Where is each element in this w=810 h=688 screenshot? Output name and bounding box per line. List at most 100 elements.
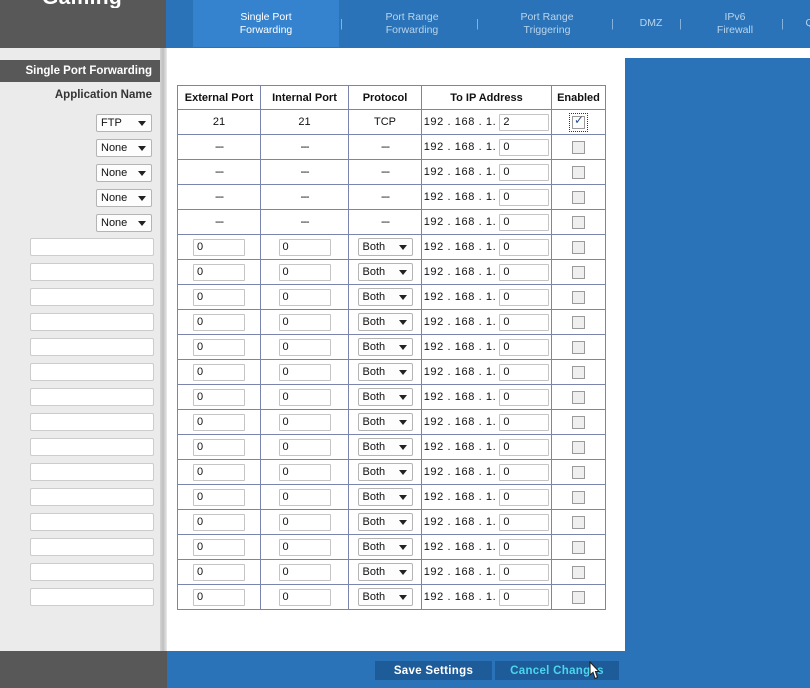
cell-internal-port[interactable] xyxy=(260,459,349,485)
cell-to-ip-address[interactable]: 192 . 168 . 1. xyxy=(421,409,552,435)
cell-to-ip-address[interactable]: 192 . 168 . 1. xyxy=(421,109,552,135)
cell-enabled[interactable] xyxy=(551,134,606,160)
internal-port-input[interactable] xyxy=(278,413,331,431)
application-name-select-2[interactable]: None xyxy=(96,139,152,157)
internal-port-input[interactable] xyxy=(278,588,331,606)
ip-last-octet-input[interactable] xyxy=(499,463,550,481)
external-port-input[interactable] xyxy=(193,463,245,481)
application-name-input-12[interactable] xyxy=(30,513,154,531)
ip-last-octet-input[interactable] xyxy=(499,513,550,531)
cell-to-ip-address[interactable]: 192 . 168 . 1. xyxy=(421,284,552,310)
cell-to-ip-address[interactable]: 192 . 168 . 1. xyxy=(421,559,552,585)
application-name-select-3[interactable]: None xyxy=(96,164,152,182)
enabled-checkbox[interactable] xyxy=(572,415,585,429)
application-name-input-8[interactable] xyxy=(30,413,154,431)
cell-enabled[interactable] xyxy=(551,359,606,385)
cell-external-port[interactable] xyxy=(177,409,261,435)
internal-port-input[interactable] xyxy=(278,538,331,556)
cell-enabled[interactable] xyxy=(551,334,606,360)
protocol-select[interactable]: Both xyxy=(357,538,413,556)
internal-port-input[interactable] xyxy=(278,238,331,256)
external-port-input[interactable] xyxy=(193,438,245,456)
cell-external-port[interactable] xyxy=(177,309,261,335)
cell-enabled[interactable] xyxy=(551,509,606,535)
enabled-checkbox[interactable] xyxy=(572,165,585,179)
cell-protocol[interactable]: Both xyxy=(348,409,422,435)
enabled-checkbox[interactable] xyxy=(572,215,585,229)
tab-single-port-forwarding[interactable]: Single Port Forwarding xyxy=(193,0,339,47)
protocol-select[interactable]: Both xyxy=(357,463,413,481)
protocol-select[interactable]: Both xyxy=(357,588,413,606)
application-name-input-13[interactable] xyxy=(30,538,154,556)
external-port-input[interactable] xyxy=(193,263,245,281)
enabled-checkbox[interactable] xyxy=(572,590,585,604)
cell-enabled[interactable] xyxy=(551,184,606,210)
cell-internal-port[interactable] xyxy=(260,234,349,260)
protocol-select[interactable]: Both xyxy=(357,238,413,256)
tab-dmz[interactable]: DMZ xyxy=(621,0,681,47)
cell-enabled[interactable] xyxy=(551,534,606,560)
application-name-select-4[interactable]: None xyxy=(96,189,152,207)
cell-protocol[interactable]: Both xyxy=(348,359,422,385)
enabled-checkbox[interactable] xyxy=(572,315,585,329)
application-name-select-1[interactable]: FTP xyxy=(96,114,152,132)
cell-internal-port[interactable] xyxy=(260,534,349,560)
cell-internal-port[interactable] xyxy=(260,259,349,285)
external-port-input[interactable] xyxy=(193,513,245,531)
cell-protocol[interactable]: Both xyxy=(348,559,422,585)
ip-last-octet-input[interactable] xyxy=(499,388,550,406)
application-name-input-11[interactable] xyxy=(30,488,154,506)
internal-port-input[interactable] xyxy=(278,338,331,356)
ip-last-octet-input[interactable] xyxy=(499,163,550,181)
cell-internal-port[interactable] xyxy=(260,584,349,610)
internal-port-input[interactable] xyxy=(278,513,331,531)
enabled-checkbox[interactable] xyxy=(572,390,585,404)
enabled-checkbox[interactable] xyxy=(572,365,585,379)
cell-enabled[interactable] xyxy=(551,259,606,285)
external-port-input[interactable] xyxy=(193,538,245,556)
cell-enabled[interactable] xyxy=(551,159,606,185)
enabled-checkbox[interactable] xyxy=(572,440,585,454)
cell-enabled[interactable] xyxy=(551,434,606,460)
application-name-select-5[interactable]: None xyxy=(96,214,152,232)
protocol-select[interactable]: Both xyxy=(357,338,413,356)
cancel-changes-button[interactable]: Cancel Changes xyxy=(495,661,619,680)
enabled-checkbox[interactable] xyxy=(572,515,585,529)
cell-internal-port[interactable] xyxy=(260,484,349,510)
application-name-input-14[interactable] xyxy=(30,563,154,581)
cell-protocol[interactable]: Both xyxy=(348,509,422,535)
cell-to-ip-address[interactable]: 192 . 168 . 1. xyxy=(421,509,552,535)
enabled-checkbox[interactable] xyxy=(569,112,588,132)
cell-external-port[interactable] xyxy=(177,459,261,485)
cell-internal-port[interactable] xyxy=(260,309,349,335)
ip-last-octet-input[interactable] xyxy=(499,363,550,381)
enabled-checkbox[interactable] xyxy=(572,340,585,354)
cell-internal-port[interactable] xyxy=(260,284,349,310)
protocol-select[interactable]: Both xyxy=(357,363,413,381)
protocol-select[interactable]: Both xyxy=(357,388,413,406)
ip-last-octet-input[interactable] xyxy=(499,138,550,156)
enabled-checkbox[interactable] xyxy=(572,265,585,279)
cell-protocol[interactable]: Both xyxy=(348,334,422,360)
cell-enabled[interactable] xyxy=(551,109,606,135)
application-name-input-2[interactable] xyxy=(30,263,154,281)
cell-enabled[interactable] xyxy=(551,459,606,485)
cell-external-port[interactable] xyxy=(177,359,261,385)
cell-to-ip-address[interactable]: 192 . 168 . 1. xyxy=(421,484,552,510)
internal-port-input[interactable] xyxy=(278,563,331,581)
internal-port-input[interactable] xyxy=(278,438,331,456)
internal-port-input[interactable] xyxy=(278,263,331,281)
external-port-input[interactable] xyxy=(193,388,245,406)
cell-to-ip-address[interactable]: 192 . 168 . 1. xyxy=(421,234,552,260)
ip-last-octet-input[interactable] xyxy=(499,113,550,131)
cell-external-port[interactable] xyxy=(177,284,261,310)
external-port-input[interactable] xyxy=(193,338,245,356)
external-port-input[interactable] xyxy=(193,313,245,331)
cell-to-ip-address[interactable]: 192 . 168 . 1. xyxy=(421,359,552,385)
cell-enabled[interactable] xyxy=(551,209,606,235)
tab-port-range-forwarding[interactable]: Port Range Forwarding xyxy=(351,0,473,47)
cell-internal-port[interactable] xyxy=(260,334,349,360)
ip-last-octet-input[interactable] xyxy=(499,213,550,231)
cell-external-port[interactable] xyxy=(177,584,261,610)
application-name-input-6[interactable] xyxy=(30,363,154,381)
